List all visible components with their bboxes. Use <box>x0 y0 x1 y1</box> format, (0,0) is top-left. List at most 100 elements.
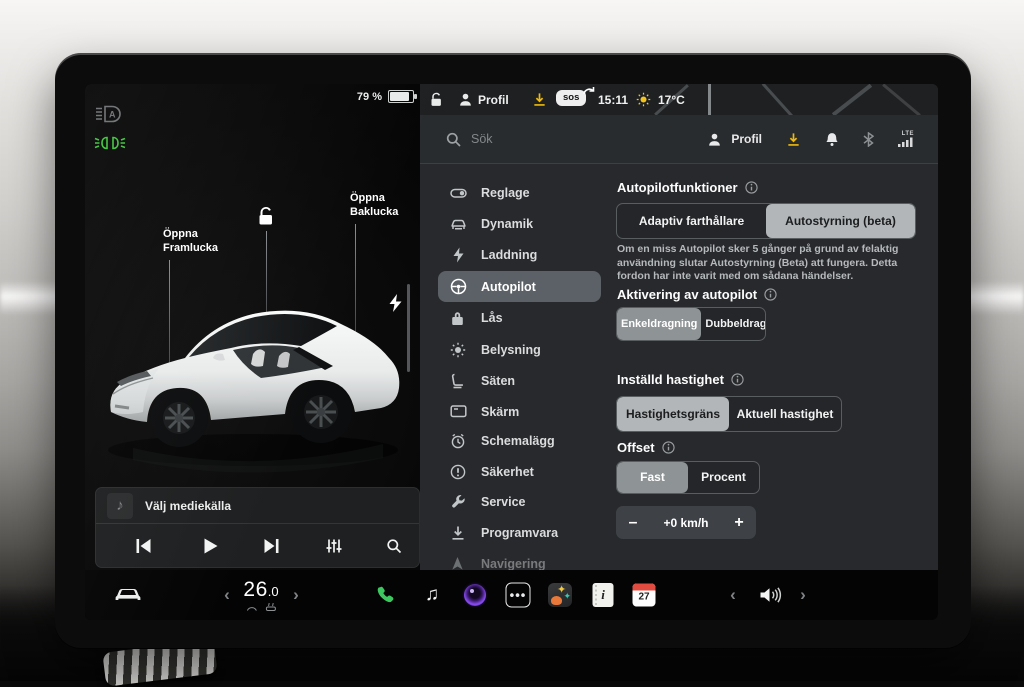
media-controls <box>96 524 419 567</box>
charge-port-icon[interactable] <box>388 294 403 312</box>
sos-badge[interactable]: sos <box>556 90 586 106</box>
profile-button[interactable]: Profil <box>478 93 509 107</box>
option-current-speed[interactable]: Aktuell hastighet <box>729 397 841 431</box>
wrench-icon <box>450 494 467 510</box>
status-bar: Profil sos 15:11 <box>420 84 938 115</box>
media-search-button[interactable] <box>387 538 402 553</box>
svg-text:A: A <box>109 110 116 120</box>
phone-icon[interactable] <box>375 585 395 605</box>
sidebar-item-reglage[interactable]: Reglage <box>438 177 601 208</box>
open-frunk-button[interactable]: Öppna Framlucka <box>163 227 247 255</box>
screen: A 79 % Öppna Framlucka <box>85 84 938 620</box>
option-autosteer-beta[interactable]: Autostyrning (beta) <box>766 204 915 238</box>
sidebar-item-programvara[interactable]: Programvara <box>438 517 601 548</box>
volume-up-chevron[interactable]: › <box>800 585 806 605</box>
media-source-row[interactable]: ♪ Välj mediekälla <box>96 488 419 524</box>
volume-icon[interactable] <box>759 587 783 604</box>
tesla-touchscreen: A 79 % Öppna Framlucka <box>55 53 971 649</box>
download-icon <box>450 525 467 541</box>
play-button[interactable] <box>205 538 218 553</box>
option-double-pull[interactable]: Dubbeldragning <box>701 308 766 340</box>
car-status-panel: A 79 % Öppna Framlucka <box>85 84 420 620</box>
sidebar-item-saten[interactable]: Säten <box>438 365 601 396</box>
sidebar-item-sakerhet[interactable]: Säkerhet <box>438 456 601 487</box>
calendar-icon[interactable]: 27 <box>633 584 656 607</box>
search-bar[interactable]: Sök Profil <box>420 115 938 164</box>
sidebar-item-las[interactable]: Lås <box>438 302 601 333</box>
previous-track-button[interactable] <box>136 539 151 553</box>
front-defrost-icon <box>246 603 257 611</box>
parking-lights-icon <box>94 136 126 150</box>
search-icon <box>446 132 461 147</box>
battery-percent: 79 % <box>357 91 382 103</box>
toybox-icon[interactable]: ✦✦ <box>548 583 572 607</box>
temp-down-chevron[interactable]: ‹ <box>224 585 230 605</box>
temp-up-chevron[interactable]: › <box>293 585 299 605</box>
next-track-button[interactable] <box>265 539 280 553</box>
settings-panel: Profil sos 15:11 <box>420 84 938 620</box>
section-title-activation: Aktivering av autopilot <box>617 287 777 302</box>
info-icon[interactable] <box>745 181 758 194</box>
alert-circle-icon <box>450 464 467 480</box>
sidebar-item-dynamik[interactable]: Dynamik <box>438 208 601 239</box>
info-icon[interactable] <box>662 441 675 454</box>
brightness-icon <box>450 342 467 358</box>
clock-time: 15:11 <box>598 93 628 107</box>
activation-segmented: Enkeldragning Dubbeldragning <box>616 307 766 341</box>
profile-button[interactable]: Profil <box>707 132 762 147</box>
volume-down-chevron[interactable]: ‹ <box>730 585 736 605</box>
steering-wheel-icon <box>450 278 467 295</box>
music-note-icon[interactable]: ♫ <box>425 584 439 606</box>
vehicle-render[interactable] <box>93 262 413 477</box>
rear-defrost-icon <box>265 603 276 611</box>
info-icon[interactable] <box>731 373 744 386</box>
person-icon <box>707 132 722 147</box>
search-row-icons: Profil <box>707 131 914 147</box>
seat-icon <box>450 373 467 389</box>
lock-icon <box>450 310 467 326</box>
info-icon[interactable] <box>764 288 777 301</box>
option-single-pull[interactable]: Enkeldragning <box>617 308 701 340</box>
manual-icon[interactable]: i <box>593 583 614 607</box>
option-adaptive-cruise[interactable]: Adaptiv farthållare <box>617 204 766 238</box>
bluetooth-icon[interactable] <box>863 132 874 147</box>
offset-stepper: – +0 km/h + <box>616 506 756 539</box>
bell-icon[interactable] <box>825 132 839 147</box>
dashcam-icon[interactable] <box>464 584 486 606</box>
car-settings-button[interactable] <box>113 585 143 605</box>
set-speed-segmented: Hastighetsgräns Aktuell hastighet <box>616 396 842 432</box>
lte-signal-icon: LTE <box>898 131 914 147</box>
sidebar-item-laddning[interactable]: Laddning <box>438 239 601 270</box>
outside-temp: 17°C <box>658 93 685 107</box>
download-icon[interactable] <box>786 132 801 147</box>
media-player: ♪ Välj mediekälla <box>95 487 420 568</box>
stepper-plus-button[interactable]: + <box>722 514 756 532</box>
cabin-temperature[interactable]: 26.0 <box>243 579 278 611</box>
car-icon <box>450 216 467 232</box>
person-icon <box>458 92 473 107</box>
equalizer-button[interactable] <box>326 538 342 553</box>
toggle-icon <box>450 185 467 201</box>
apps-icon[interactable]: ••• <box>506 583 531 608</box>
sos-arrow-icon <box>583 86 595 96</box>
option-percent[interactable]: Procent <box>688 462 759 493</box>
navigation-icon <box>450 556 467 571</box>
option-speed-limit[interactable]: Hastighetsgräns <box>617 397 729 431</box>
bolt-icon <box>450 247 467 263</box>
stepper-minus-button[interactable]: – <box>616 514 650 532</box>
section-title-autopilot-features: Autopilotfunktioner <box>617 180 758 195</box>
section-title-set-speed: Inställd hastighet <box>617 372 744 387</box>
stepper-value: +0 km/h <box>650 516 722 530</box>
download-icon[interactable] <box>532 92 547 107</box>
sidebar-item-service[interactable]: Service <box>438 486 601 517</box>
unlock-icon[interactable] <box>255 206 276 226</box>
search-placeholder: Sök <box>471 132 493 146</box>
sidebar-item-belysning[interactable]: Belysning <box>438 334 601 365</box>
sidebar-item-skarm[interactable]: Skärm <box>438 396 601 427</box>
sidebar-item-autopilot[interactable]: Autopilot <box>438 271 601 302</box>
option-fixed[interactable]: Fast <box>617 462 688 493</box>
scrollbar-thumb[interactable] <box>407 284 410 372</box>
sidebar-item-schemalagg[interactable]: Schemalägg <box>438 425 601 456</box>
bottom-dock: ‹ 26.0 › <box>85 570 938 620</box>
unlock-icon[interactable] <box>428 92 444 107</box>
